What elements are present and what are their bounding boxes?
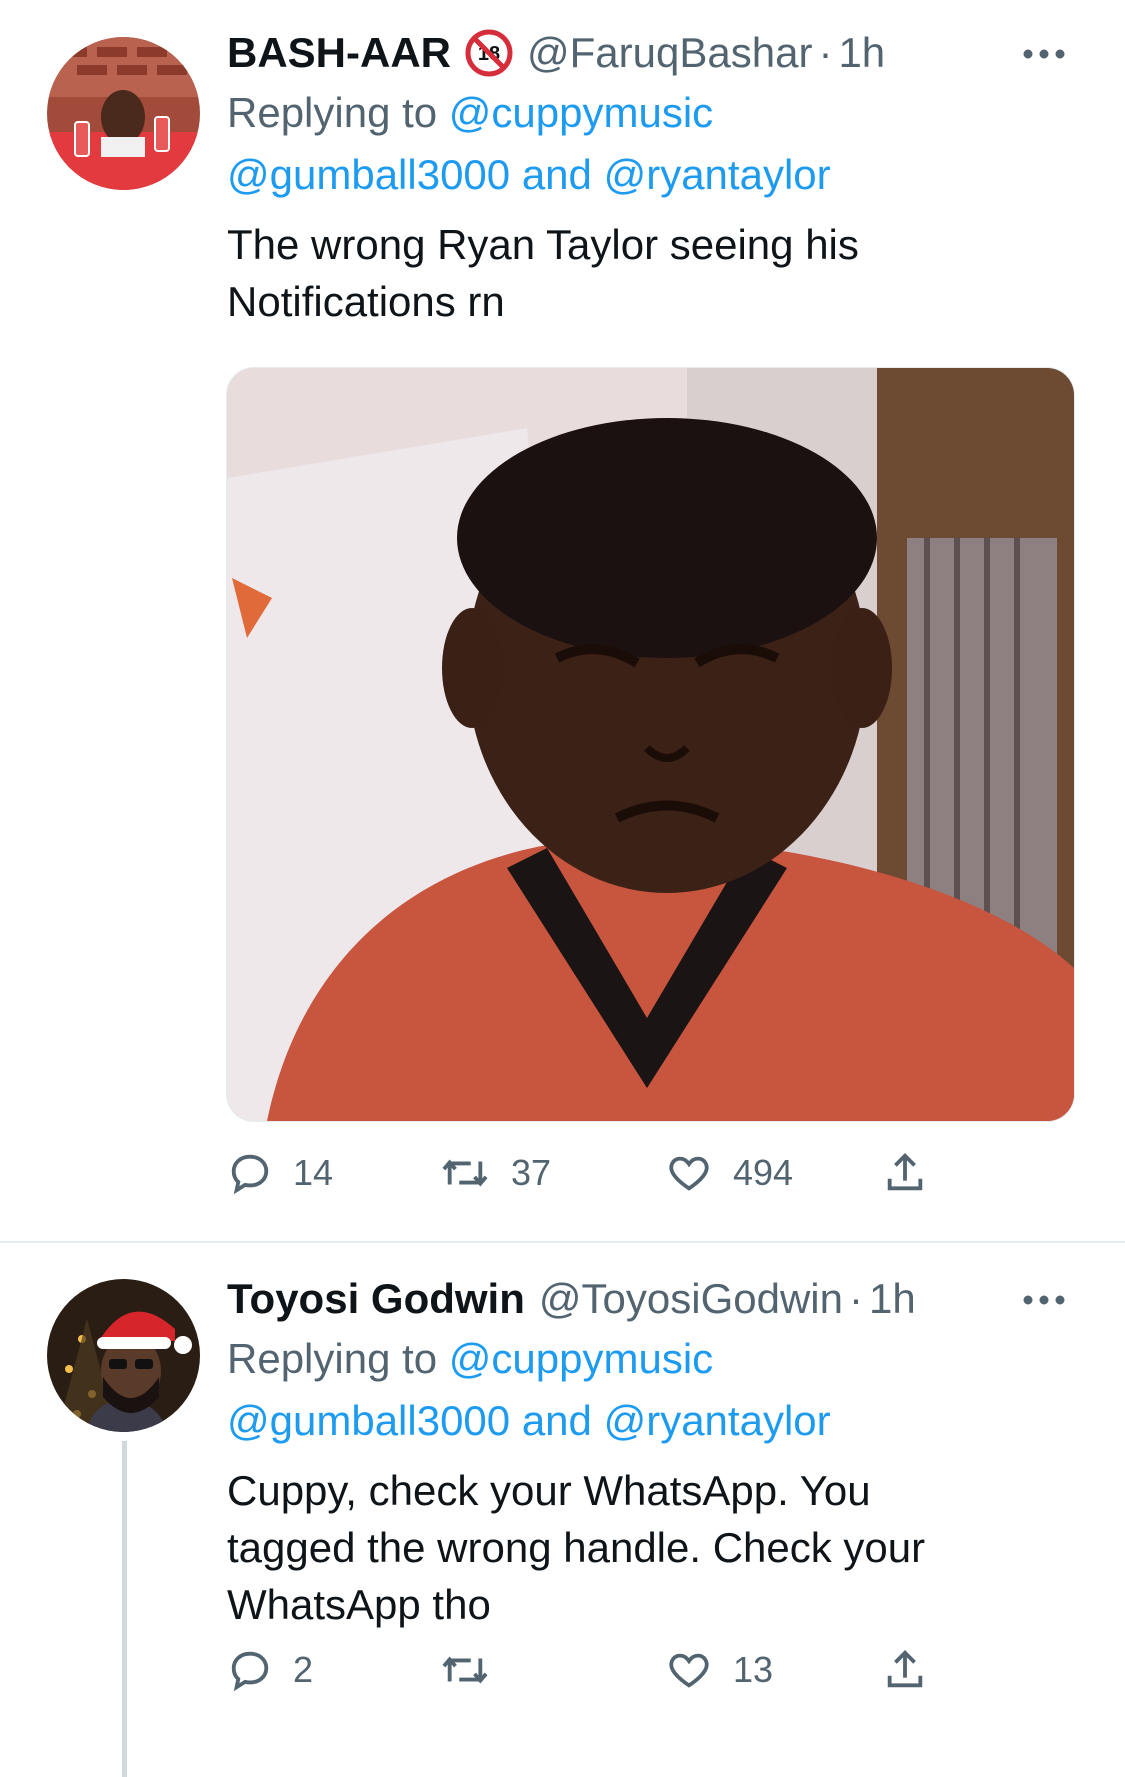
like-count: 494 [733, 1152, 794, 1193]
timestamp[interactable]: 1h [869, 1270, 916, 1328]
share-icon [887, 1153, 923, 1191]
separator-dot: · [848, 1275, 863, 1322]
tweet-text-line: The wrong Ryan Taylor seeing his [227, 221, 859, 268]
reply-icon [231, 1154, 269, 1195]
display-name[interactable]: Toyosi Godwin [227, 1270, 525, 1328]
display-name[interactable]: BASH-AAR [227, 24, 451, 82]
heart-icon [669, 1653, 709, 1688]
user-handle[interactable]: @ToyosiGodwin [539, 1270, 843, 1328]
tweet-header: BASH-AAR 18 @FaruqBashar · 1h [227, 24, 1069, 82]
reply-button[interactable]: 2 [227, 1640, 313, 1700]
reply-icon [231, 1651, 269, 1692]
replying-to-label: Replying to [227, 89, 438, 136]
18-plus-badge-icon: 18 [465, 29, 513, 77]
retweet-button[interactable] [439, 1640, 511, 1700]
tweet-actions: 2 13 [227, 1640, 927, 1700]
retweet-button[interactable]: 37 [439, 1143, 551, 1203]
user-handle[interactable]: @FaruqBashar [527, 24, 812, 82]
like-count: 13 [733, 1649, 774, 1690]
photo-meme-icon[interactable] [226, 367, 1075, 1122]
tweet-2[interactable]: Toyosi Godwin @ToyosiGodwin · 1h Replyin… [0, 1243, 1125, 1777]
tweet-actions: 14 37 494 [227, 1143, 927, 1203]
replying-to-continued: @gumball3000 and @ryantaylor [227, 144, 1069, 206]
tweet-1[interactable]: BASH-AAR 18 @FaruqBashar · 1h Replying t… [0, 0, 1125, 1240]
tweet-text-line: Notifications rn [227, 278, 505, 325]
retweet-count: 37 [511, 1152, 552, 1193]
replying-to: Replying to @cuppymusic [227, 82, 1069, 144]
share-button[interactable] [882, 1640, 928, 1700]
more-options-icon[interactable] [1019, 34, 1069, 74]
mention-link[interactable]: @ryantaylor [604, 1397, 831, 1444]
timestamp[interactable]: 1h [838, 24, 885, 82]
tweet-text-line: Cuppy, check your WhatsApp. You [227, 1467, 871, 1514]
replying-to-continued: @gumball3000 and @ryantaylor [227, 1390, 1069, 1452]
heart-icon [669, 1156, 709, 1191]
share-icon [887, 1650, 923, 1688]
retweet-icon [442, 1159, 488, 1187]
like-button[interactable]: 494 [665, 1143, 793, 1203]
reply-count: 2 [293, 1649, 314, 1690]
tweet-text-line: tagged the wrong handle. Check your [227, 1524, 926, 1571]
more-options-icon[interactable] [1019, 1280, 1069, 1320]
mention-link[interactable]: @gumball3000 [227, 1397, 510, 1444]
tweet-text: The wrong Ryan Taylor seeing his Notific… [227, 216, 1069, 330]
tweet-text: Cuppy, check your WhatsApp. You tagged t… [227, 1462, 1069, 1633]
thread-connector [122, 1441, 127, 1777]
tweet-header: Toyosi Godwin @ToyosiGodwin · 1h [227, 1270, 1069, 1328]
reply-count: 14 [293, 1152, 334, 1193]
reply-button[interactable]: 14 [227, 1143, 333, 1203]
mention-link[interactable]: @gumball3000 [227, 151, 510, 198]
like-button[interactable]: 13 [665, 1640, 773, 1700]
separator-dot: · [818, 29, 833, 76]
share-button[interactable] [882, 1143, 928, 1203]
replying-to: Replying to @cuppymusic [227, 1328, 1069, 1390]
mention-link[interactable]: @cuppymusic [449, 89, 713, 136]
retweet-icon [442, 1656, 488, 1684]
avatar[interactable] [47, 37, 200, 190]
mention-link[interactable]: @ryantaylor [604, 151, 831, 198]
avatar[interactable] [47, 1279, 200, 1432]
tweet-text-line: WhatsApp tho [227, 1581, 491, 1628]
mention-and-label[interactable]: and [522, 1397, 592, 1444]
replying-to-label: Replying to [227, 1335, 438, 1382]
mention-and-label[interactable]: and [522, 151, 592, 198]
mention-link[interactable]: @cuppymusic [449, 1335, 713, 1382]
